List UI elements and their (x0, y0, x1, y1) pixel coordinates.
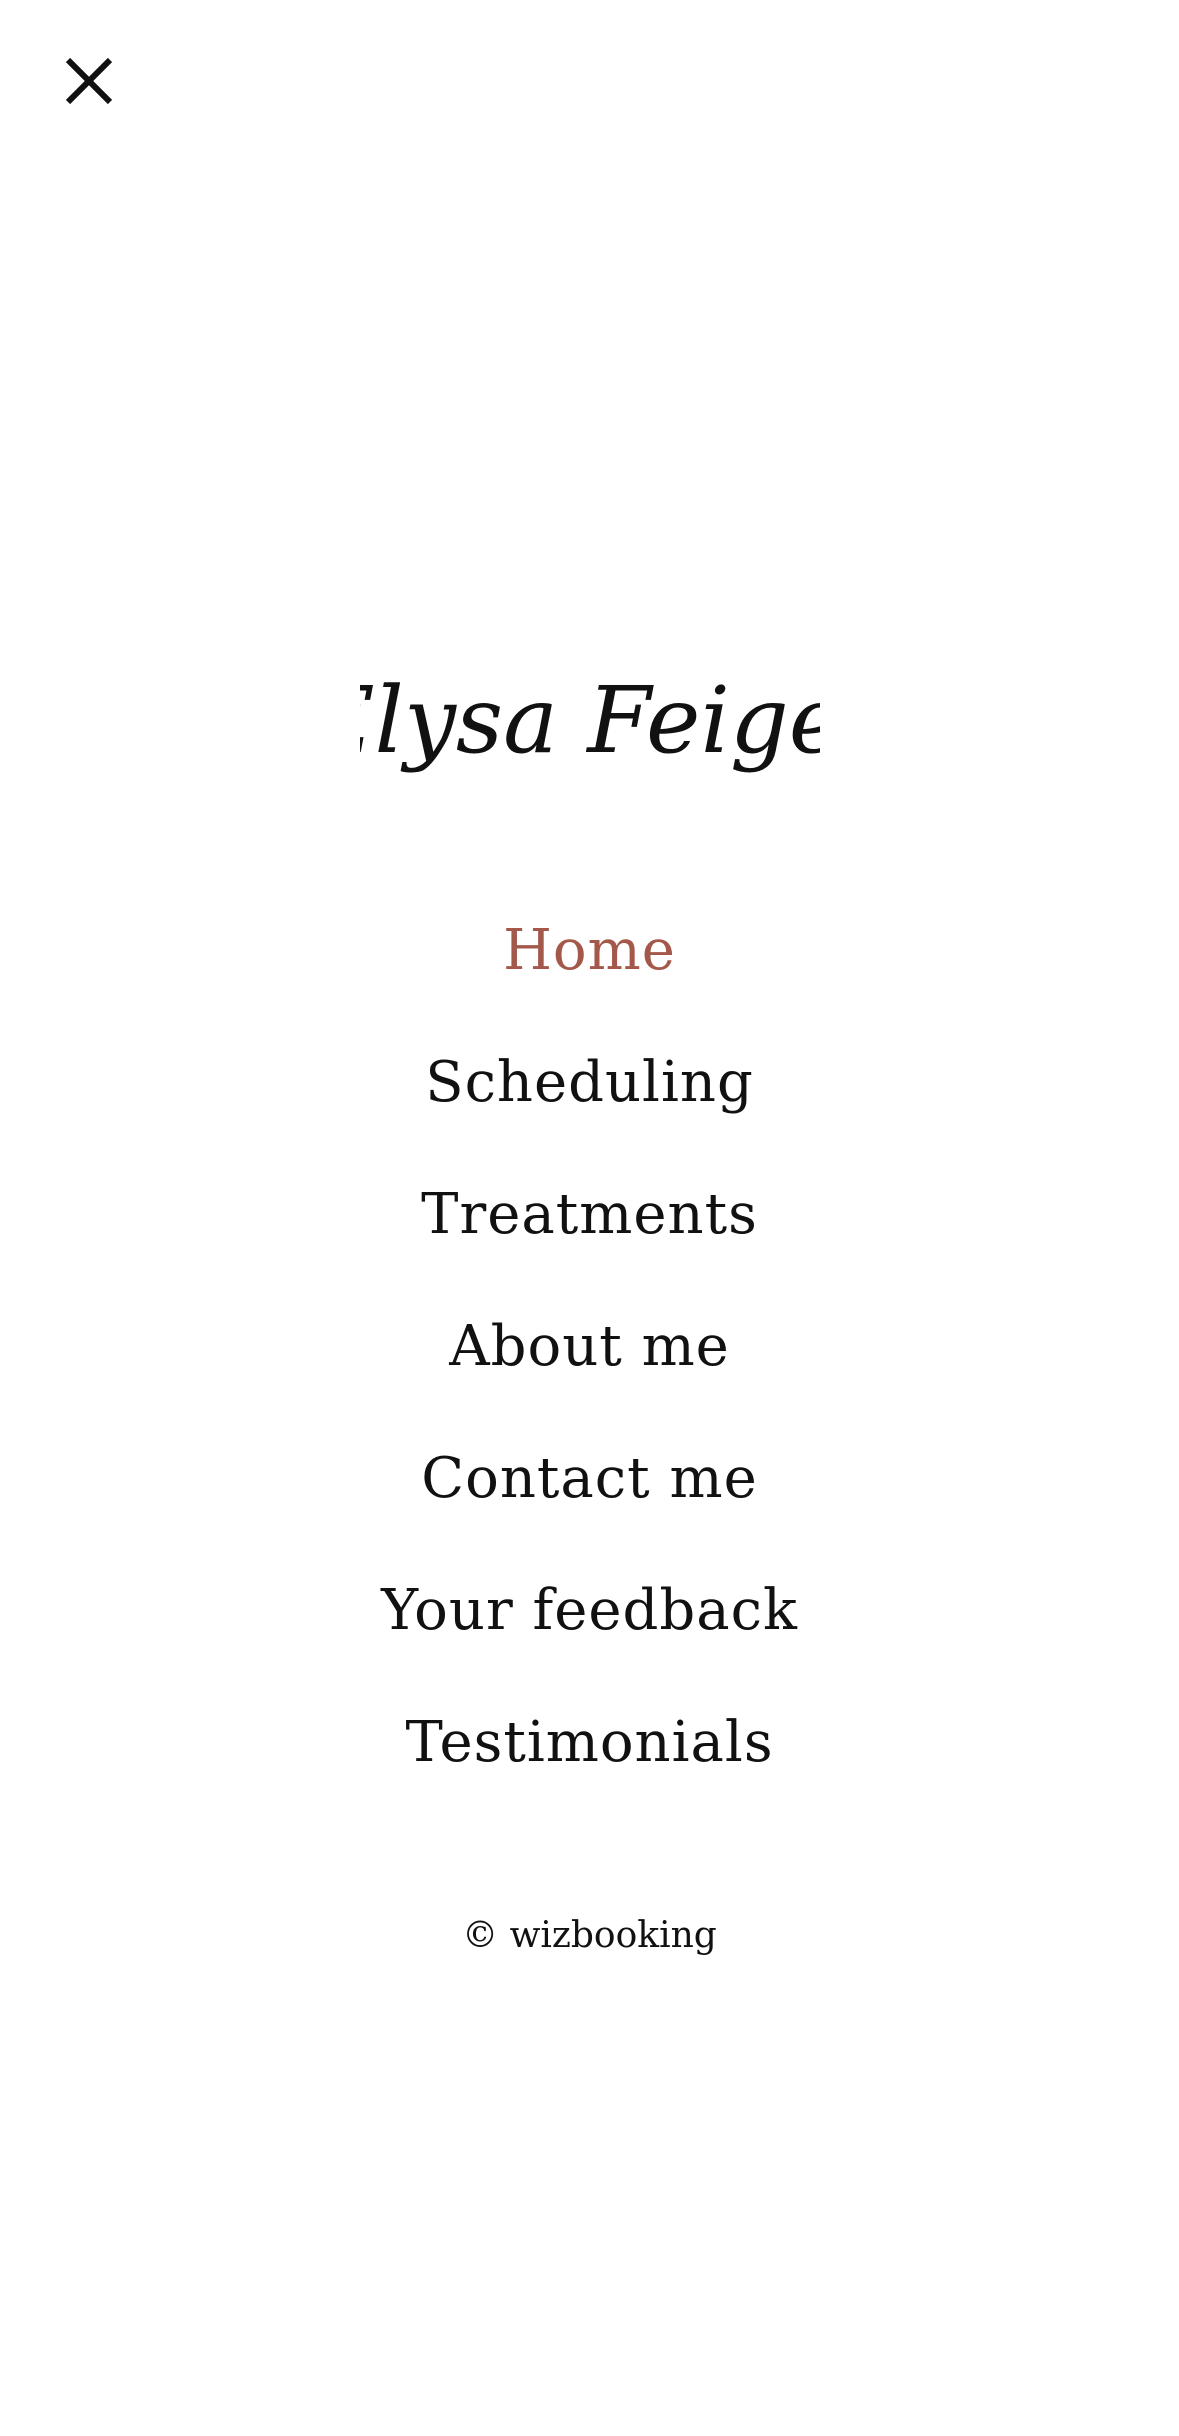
nav-item-scheduling: Scheduling (0, 1017, 1179, 1149)
brand-logo[interactable]: Elysa Feigel (0, 650, 1179, 800)
main-nav: Home Scheduling Treatments About me Cont… (0, 885, 1179, 1809)
nav-link-treatments[interactable]: Treatments (421, 1182, 758, 1247)
close-icon (65, 57, 113, 105)
nav-link-testimonials[interactable]: Testimonials (405, 1710, 773, 1775)
nav-link-about-me[interactable]: About me (449, 1314, 730, 1379)
footer-copyright[interactable]: © wizbooking (0, 1915, 1179, 1956)
nav-link-your-feedback[interactable]: Your feedback (381, 1578, 798, 1643)
nav-item-testimonials: Testimonials (0, 1677, 1179, 1809)
nav-item-your-feedback: Your feedback (0, 1545, 1179, 1677)
nav-item-treatments: Treatments (0, 1149, 1179, 1281)
nav-item-about-me: About me (0, 1281, 1179, 1413)
close-button[interactable] (60, 52, 118, 110)
nav-item-contact-me: Contact me (0, 1413, 1179, 1545)
nav-link-home[interactable]: Home (503, 918, 676, 983)
brand-name-text: Elysa Feigel (360, 667, 820, 774)
signature-logo: Elysa Feigel (360, 667, 820, 774)
nav-item-home: Home (0, 885, 1179, 1017)
nav-link-scheduling[interactable]: Scheduling (425, 1050, 754, 1115)
nav-link-contact-me[interactable]: Contact me (421, 1446, 757, 1511)
